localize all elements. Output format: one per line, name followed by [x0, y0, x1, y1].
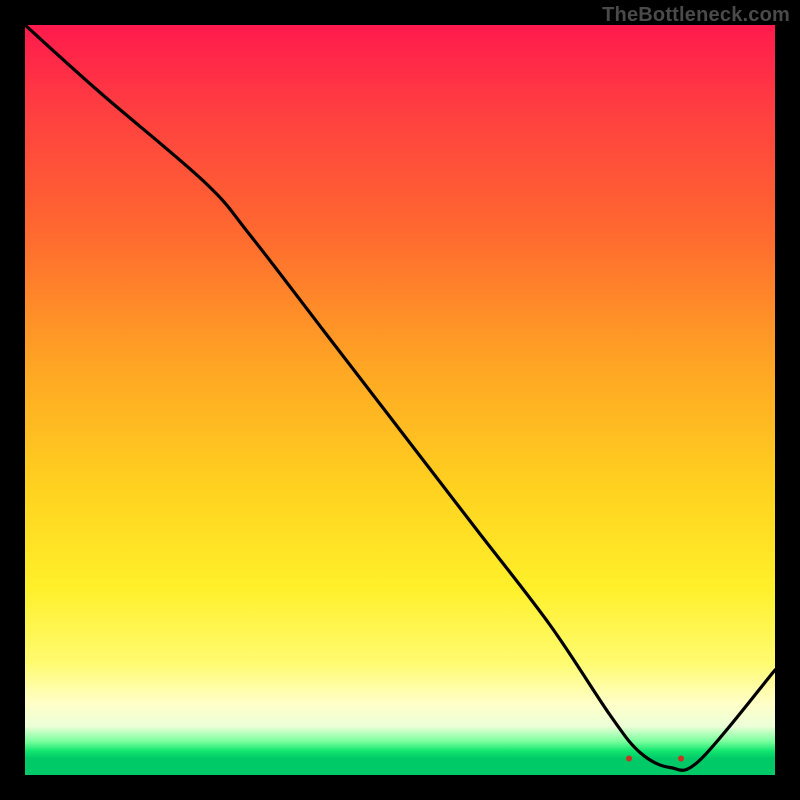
bottleneck-curve [25, 25, 775, 770]
series-dot-start [626, 756, 632, 762]
plot-area [25, 25, 775, 775]
chart-stage: TheBottleneck.com [0, 0, 800, 800]
chart-overlay [25, 25, 775, 775]
attribution-text: TheBottleneck.com [602, 4, 790, 27]
series-dot-end [678, 756, 684, 762]
